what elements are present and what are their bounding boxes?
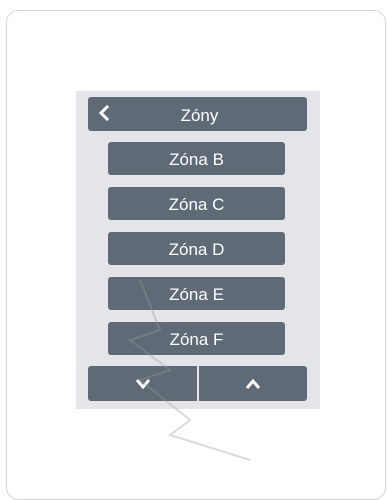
zone-button-f[interactable]: Zóna F xyxy=(108,322,285,355)
chevron-up-icon xyxy=(245,378,261,389)
scroll-navigation xyxy=(88,366,307,401)
scroll-up-button[interactable] xyxy=(199,366,307,401)
zone-button-c[interactable]: Zóna C xyxy=(108,187,285,220)
zone-button-d[interactable]: Zóna D xyxy=(108,232,285,265)
scroll-down-button[interactable] xyxy=(88,366,197,401)
zone-button-b[interactable]: Zóna B xyxy=(108,142,285,175)
panel-title: Zóny xyxy=(180,106,219,125)
zone-selector-panel: Zóny Zóna B Zóna C Zóna D Zóna E Zóna F xyxy=(76,91,320,409)
back-button[interactable]: Zóny xyxy=(88,97,307,131)
chevron-down-icon xyxy=(135,378,150,389)
zone-button-e[interactable]: Zóna E xyxy=(108,277,285,310)
